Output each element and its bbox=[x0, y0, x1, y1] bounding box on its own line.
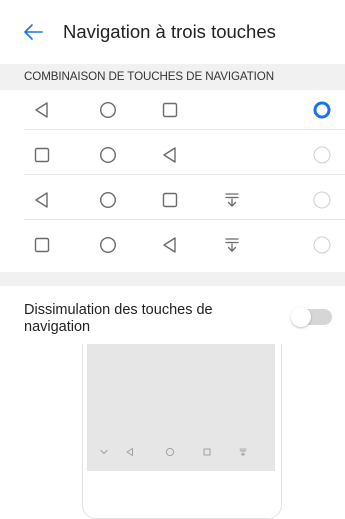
section-gap bbox=[0, 272, 345, 286]
page-title: Navigation à trois touches bbox=[63, 21, 276, 42]
home-circle-icon bbox=[99, 191, 117, 209]
section-title: COMBINAISON DE TOUCHES DE NAVIGATION bbox=[24, 70, 274, 83]
phone-preview-screen bbox=[87, 344, 275, 471]
recents-square-icon bbox=[162, 192, 178, 208]
combination-row-2[interactable] bbox=[0, 135, 345, 175]
back-triangle-icon bbox=[35, 192, 48, 208]
back-triangle-icon bbox=[126, 448, 133, 456]
notification-pulldown-icon bbox=[225, 193, 239, 207]
row-divider bbox=[24, 129, 345, 130]
app-header: Navigation à trois touches bbox=[0, 0, 345, 64]
combination-row-1[interactable] bbox=[0, 90, 345, 130]
hide-chevron-icon bbox=[100, 450, 108, 455]
back-triangle-icon bbox=[163, 147, 176, 163]
home-circle-icon bbox=[99, 236, 117, 254]
combination-row-4[interactable] bbox=[0, 225, 345, 265]
combination-row-3[interactable] bbox=[0, 180, 345, 220]
row-divider bbox=[24, 219, 345, 220]
back-triangle-icon bbox=[35, 102, 48, 118]
hide-navigation-keys-row[interactable]: Dissimulation des touches de navigation bbox=[0, 286, 345, 340]
notification-pulldown-icon bbox=[239, 448, 247, 456]
hide-navigation-keys-toggle[interactable] bbox=[291, 307, 332, 327]
back-triangle-icon bbox=[163, 237, 176, 253]
toggle-knob bbox=[291, 307, 311, 327]
arrow-left-icon[interactable] bbox=[22, 20, 46, 44]
home-circle-icon bbox=[99, 101, 117, 119]
radio-selected[interactable] bbox=[313, 101, 331, 119]
recents-square-icon bbox=[203, 448, 211, 456]
radio-unselected[interactable] bbox=[313, 191, 331, 209]
notification-pulldown-icon bbox=[225, 238, 239, 252]
radio-unselected[interactable] bbox=[313, 146, 331, 164]
row-divider bbox=[24, 174, 345, 175]
recents-square-icon bbox=[162, 102, 178, 118]
hide-navigation-keys-label: Dissimulation des touches de navigation bbox=[24, 302, 213, 335]
section-header: COMBINAISON DE TOUCHES DE NAVIGATION bbox=[0, 64, 345, 90]
home-circle-icon bbox=[165, 447, 175, 457]
recents-square-icon bbox=[34, 237, 50, 253]
radio-unselected[interactable] bbox=[313, 236, 331, 254]
home-circle-icon bbox=[99, 146, 117, 164]
recents-square-icon bbox=[34, 147, 50, 163]
